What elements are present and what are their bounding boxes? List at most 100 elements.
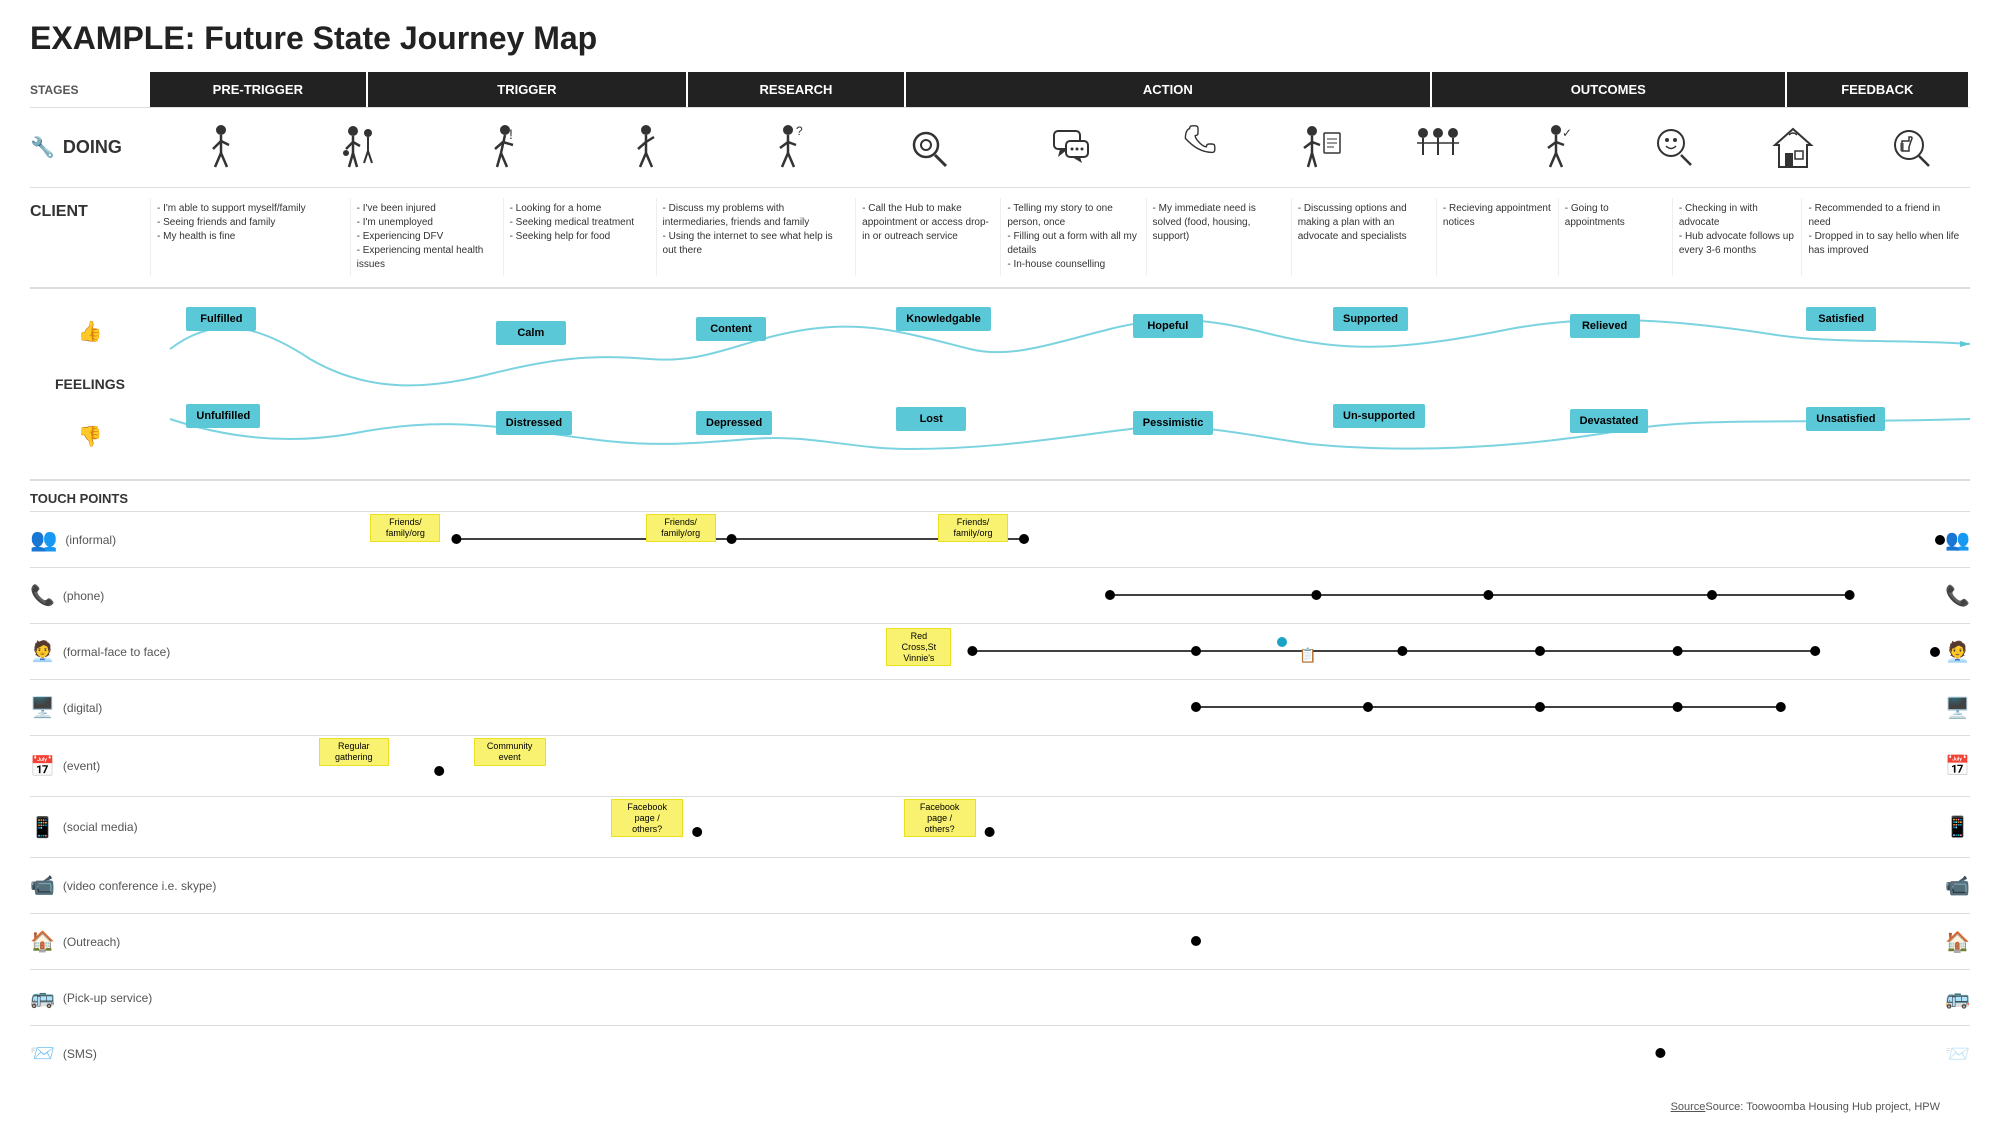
feelings-curve-svg (150, 299, 1970, 469)
formal-connections: RedCross,StVinnie's 📋 (250, 624, 1970, 679)
stages-row: STAGES PRE-TRIGGER TRIGGER RESEARCH ACTI… (30, 72, 1970, 107)
feeling-supported: Supported (1333, 307, 1408, 331)
feeling-knowledgable: Knowledgable (896, 307, 991, 331)
client-label: CLIENT (30, 198, 150, 221)
stage-feedback: FEEDBACK (1787, 72, 1970, 107)
doing-icons: ! ? (150, 123, 1970, 173)
digital-icon: 🖥️ (30, 695, 55, 720)
stage-action: ACTION (906, 72, 1432, 107)
client-cell-trigger2: - Looking for a home- Seeking medical tr… (503, 198, 656, 276)
feeling-satisfied: Satisfied (1806, 307, 1876, 331)
client-cell-outcomes1: - Recieving appointment notices (1436, 198, 1558, 276)
phone-icon: 📞 (30, 583, 55, 608)
touchpoint-formal: 🧑‍💼 (formal-face to face) (30, 623, 1970, 679)
icon-speech-bubbles (1001, 123, 1143, 173)
formal-icon: 🧑‍💼 (30, 639, 55, 664)
stages-label: STAGES (30, 72, 150, 107)
client-cell-research: - Discuss my problems with intermediarie… (656, 198, 856, 276)
icon-person-check: ✓ (1497, 123, 1615, 173)
touchpoint-label-pickup: 🚌 (Pick-up service) (30, 980, 250, 1015)
icon-meeting (1379, 123, 1497, 173)
sms-connections (250, 1026, 1970, 1081)
feeling-depressed: Depressed (696, 411, 772, 435)
client-cell-action2: - Telling my story to one person, once- … (1000, 198, 1145, 276)
client-cell-feedback: - Recommended to a friend in need- Dropp… (1801, 198, 1970, 276)
client-cell-action4: - Discussing options and making a plan w… (1291, 198, 1436, 276)
icon-search-gear (859, 123, 1001, 173)
feeling-devastated: Devastated (1570, 409, 1649, 433)
icon-thumbs-search (1852, 123, 1970, 173)
icon-person-document (1261, 123, 1379, 173)
svg-text:📋: 📋 (1299, 647, 1316, 664)
stage-trigger: TRIGGER (368, 72, 688, 107)
touchpoint-label-formal: 🧑‍💼 (formal-face to face) (30, 634, 250, 669)
thumbs-down-icon: 👎 (78, 424, 103, 449)
touchpoint-video: 📹 (video conference i.e. skype) 📹 (30, 857, 1970, 913)
feeling-relieved: Relieved (1570, 314, 1640, 338)
client-cell-pretrigger: - I'm able to support myself/family- See… (150, 198, 350, 276)
icon-walking (150, 123, 292, 173)
stage-research: RESEARCH (688, 72, 906, 107)
touchpoint-label-outreach: 🏠 (Outreach) (30, 924, 250, 959)
touchpoint-sms: 📨 (SMS) 📨 (30, 1025, 1970, 1081)
feeling-pessimistic: Pessimistic (1133, 411, 1214, 435)
informal-icon: 👥 (30, 527, 57, 553)
svg-text:!: ! (509, 126, 513, 142)
svg-text:?: ? (796, 124, 803, 138)
icon-stressed (575, 123, 717, 173)
client-cell-outcomes2: - Going to appointments (1558, 198, 1672, 276)
feeling-content: Content (696, 317, 766, 341)
touchpoint-pickup: 🚌 (Pick-up service) 🚌 (30, 969, 1970, 1025)
thumbs-up-icon: 👍 (78, 319, 103, 344)
phone-connections (250, 568, 1970, 623)
client-row: CLIENT - I'm able to support myself/fami… (30, 187, 1970, 287)
social-connections: Facebookpage /others? Facebookpage /othe… (250, 797, 1970, 857)
touchpoint-label-sms: 📨 (SMS) (30, 1036, 250, 1071)
wrench-icon: 🔧 (30, 135, 55, 160)
icon-family (292, 123, 434, 173)
stage-pretrigger: PRE-TRIGGER (150, 72, 368, 107)
pickup-icon: 🚌 (30, 985, 55, 1010)
touchpoint-label-informal: 👥 (informal) (30, 522, 250, 558)
touchpoint-informal: 👥 (informal) Friends/family/org (30, 511, 1970, 567)
icon-phone-call (1143, 123, 1261, 173)
touchpoint-label-phone: 📞 (phone) (30, 578, 250, 613)
social-icon: 📱 (30, 815, 55, 840)
doing-row: 🔧 DOING ! ? (30, 107, 1970, 187)
touchpoint-social: 📱 (social media) Facebookpage /others? F… (30, 796, 1970, 857)
icon-smile-search (1615, 123, 1733, 173)
source-text: SourceSource: Toowoomba Housing Hub proj… (30, 1091, 1970, 1118)
video-icon: 📹 (30, 873, 55, 898)
feeling-hopeful: Hopeful (1133, 314, 1203, 338)
touchpoints-title: TOUCH POINTS (30, 491, 1970, 506)
icon-person-question: ? (717, 123, 859, 173)
doing-label: 🔧 DOING (30, 135, 150, 160)
touchpoint-event: 📅 (event) Regulargathering Communityeven… (30, 735, 1970, 796)
sms-icon: 📨 (30, 1041, 55, 1066)
icon-house (1734, 123, 1852, 173)
client-cell-action1: - Call the Hub to make appointment or ac… (855, 198, 1000, 276)
doing-text: DOING (63, 137, 122, 158)
outreach-icon: 🏠 (30, 929, 55, 954)
feeling-distressed: Distressed (496, 411, 572, 435)
touchpoint-label-social: 📱 (social media) (30, 810, 250, 845)
touchpoint-label-event: 📅 (event) (30, 749, 250, 784)
touchpoint-label-digital: 🖥️ (digital) (30, 690, 250, 725)
touchpoint-digital: 🖥️ (digital) 🖥️ (30, 679, 1970, 735)
feelings-section: 👍 FEELINGS 👎 Fulfilled Calm Content Know… (30, 287, 1970, 479)
client-cell-trigger1: - I've been injured- I'm unemployed- Exp… (350, 198, 503, 276)
feeling-unsupported: Un-supported (1333, 404, 1425, 428)
feeling-lost: Lost (896, 407, 966, 431)
feeling-unsatisfied: Unsatisfied (1806, 407, 1885, 431)
feeling-fulfilled: Fulfilled (186, 307, 256, 331)
svg-text:✓: ✓ (1562, 126, 1572, 140)
touchpoint-outreach: 🏠 (Outreach) 🏠 (30, 913, 1970, 969)
touchpoints-section: TOUCH POINTS 👥 (informal) (30, 479, 1970, 1091)
client-cell-outcomes3: - Checking in with advocate- Hub advocat… (1672, 198, 1802, 276)
client-cell-action3: - My immediate need is solved (food, hou… (1146, 198, 1291, 276)
feeling-unfulfilled: Unfulfilled (186, 404, 260, 428)
touchpoint-label-video: 📹 (video conference i.e. skype) (30, 868, 250, 903)
informal-connections: Friends/family/org Friends/family/org Fr… (250, 512, 1970, 567)
touchpoint-phone: 📞 (phone) 📞 (30, 567, 1970, 623)
feeling-calm: Calm (496, 321, 566, 345)
